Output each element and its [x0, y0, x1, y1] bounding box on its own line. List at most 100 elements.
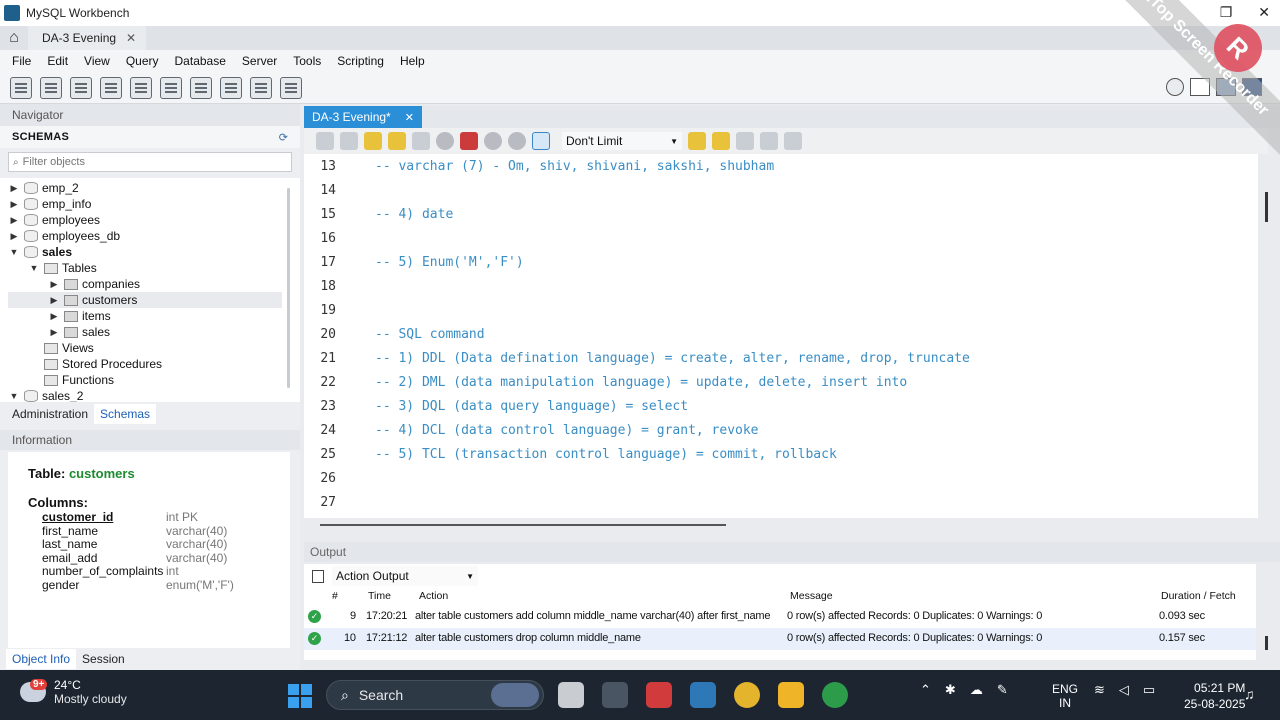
inspector-icon[interactable]: [70, 76, 92, 99]
collapse-arrow-icon[interactable]: ▼: [8, 247, 20, 257]
create-schema-icon[interactable]: [100, 76, 122, 99]
new-sql-tab-icon[interactable]: [10, 76, 32, 99]
editor-vertical-scrollbar[interactable]: [1265, 192, 1268, 222]
tree-scrollbar[interactable]: [287, 188, 290, 388]
tree-item-tables-folder[interactable]: ▼ Tables: [28, 260, 97, 276]
onedrive-icon[interactable]: ☁: [970, 682, 983, 698]
tree-item-employees-db[interactable]: ▶ employees_db: [8, 228, 121, 244]
create-table-icon[interactable]: [130, 76, 152, 99]
create-function-icon[interactable]: [220, 76, 242, 99]
expand-arrow-icon[interactable]: ▶: [8, 183, 20, 194]
mysql-workbench-app-icon[interactable]: [690, 682, 716, 708]
reconnect-icon[interactable]: [280, 76, 302, 99]
tree-item-customers[interactable]: ▶ customers: [8, 292, 282, 308]
tree-item-functions[interactable]: Functions: [28, 372, 114, 388]
task-view-icon[interactable]: [558, 682, 584, 708]
tree-item-views[interactable]: Views: [28, 340, 94, 356]
execute-current-icon[interactable]: [388, 132, 406, 150]
editor-tab[interactable]: DA-3 Evening* ✕: [304, 106, 422, 128]
tree-item-sales-table[interactable]: ▶ sales: [48, 324, 110, 340]
menu-scripting[interactable]: Scripting: [329, 54, 392, 68]
tree-item-emp-2[interactable]: ▶ emp_2: [8, 180, 79, 196]
refresh-icon[interactable]: ⟳: [279, 131, 288, 144]
output-mode-select[interactable]: Action Output ▼: [332, 566, 478, 586]
windows-start-icon[interactable]: [288, 684, 312, 708]
menu-help[interactable]: Help: [392, 54, 433, 68]
tree-item-companies[interactable]: ▶ companies: [48, 276, 141, 292]
chevron-up-icon[interactable]: ⌃: [920, 682, 931, 698]
tab-session[interactable]: Session: [76, 649, 131, 669]
volume-icon[interactable]: ◁: [1119, 682, 1129, 698]
beautify-icon[interactable]: [712, 132, 730, 150]
commit-icon[interactable]: [484, 132, 502, 150]
expand-arrow-icon[interactable]: ▶: [8, 231, 20, 242]
notification-bell-icon[interactable]: ♫: [1244, 686, 1255, 702]
tree-item-items[interactable]: ▶ items: [48, 308, 111, 324]
settings-icon[interactable]: [1166, 78, 1184, 96]
tree-item-emp-info[interactable]: ▶ emp_info: [8, 196, 92, 212]
connection-tab[interactable]: DA-3 Evening ✕: [28, 26, 147, 50]
create-procedure-icon[interactable]: [190, 76, 212, 99]
save-icon[interactable]: [340, 132, 358, 150]
close-icon[interactable]: ✕: [1258, 4, 1270, 21]
tree-item-sales-2[interactable]: ▼ sales_2: [8, 388, 83, 402]
menu-edit[interactable]: Edit: [39, 54, 76, 68]
collapse-arrow-icon[interactable]: ▼: [28, 263, 40, 273]
tab-schemas[interactable]: Schemas: [94, 404, 157, 424]
chrome-icon[interactable]: [734, 682, 760, 708]
microphone-icon[interactable]: ✎: [997, 682, 1008, 698]
menu-server[interactable]: Server: [234, 54, 285, 68]
tab-administration[interactable]: Administration: [6, 404, 94, 424]
add-snippet-icon[interactable]: [688, 132, 706, 150]
spinner-app-icon[interactable]: [822, 682, 848, 708]
menu-view[interactable]: View: [76, 54, 118, 68]
power-bi-icon[interactable]: [778, 682, 804, 708]
expand-arrow-icon[interactable]: ▶: [48, 327, 60, 338]
open-sql-script-icon[interactable]: [40, 76, 62, 99]
collapse-arrow-icon[interactable]: ▼: [8, 391, 20, 401]
open-file-icon[interactable]: [316, 132, 334, 150]
explain-icon[interactable]: [412, 132, 430, 150]
home-icon[interactable]: ⌂: [0, 26, 28, 50]
copy-icon[interactable]: [312, 569, 324, 583]
sql-editor[interactable]: 13 -- varchar (7) - Om, shiv, shivani, sa…: [304, 154, 1258, 518]
filter-objects-input[interactable]: [22, 156, 263, 168]
rollback-icon[interactable]: [508, 132, 526, 150]
expand-arrow-icon[interactable]: ▶: [48, 279, 60, 290]
invisible-chars-icon[interactable]: [760, 132, 778, 150]
output-row[interactable]: ✓ 9 17:20:21 alter table customers add c…: [304, 606, 1256, 628]
menu-tools[interactable]: Tools: [285, 54, 329, 68]
tree-item-employees[interactable]: ▶ employees: [8, 212, 101, 228]
output-scrollbar[interactable]: [1265, 636, 1268, 650]
close-editor-tab-icon[interactable]: ✕: [405, 111, 414, 124]
auto-commit-icon[interactable]: [532, 132, 550, 150]
wifi-icon[interactable]: ≋: [1094, 682, 1105, 698]
find-icon[interactable]: [736, 132, 754, 150]
expand-arrow-icon[interactable]: ▶: [8, 215, 20, 226]
bluetooth-icon[interactable]: ✱: [945, 682, 956, 698]
restore-icon[interactable]: ❐: [1220, 4, 1233, 21]
search-table-data-icon[interactable]: [250, 76, 272, 99]
app-window-icon[interactable]: [602, 682, 628, 708]
editor-horizontal-scrollbar[interactable]: [320, 524, 726, 526]
limit-select[interactable]: Don't Limit ▼: [562, 132, 682, 150]
expand-arrow-icon[interactable]: ▶: [48, 295, 60, 306]
menu-database[interactable]: Database: [167, 54, 234, 68]
expand-arrow-icon[interactable]: ▶: [8, 199, 20, 210]
tab-object-info[interactable]: Object Info: [6, 649, 77, 669]
taskbar-search[interactable]: ⌕ Search: [326, 680, 544, 710]
clock[interactable]: 05:21 PM 25-08-2025: [1184, 680, 1245, 712]
tree-item-stored-procedures[interactable]: Stored Procedures: [28, 356, 162, 372]
wrap-lines-icon[interactable]: [784, 132, 802, 150]
menu-file[interactable]: File: [4, 54, 39, 68]
create-view-icon[interactable]: [160, 76, 182, 99]
language-indicator[interactable]: ENG IN: [1052, 682, 1078, 710]
execute-icon[interactable]: [364, 132, 382, 150]
expand-arrow-icon[interactable]: ▶: [48, 311, 60, 322]
menu-query[interactable]: Query: [118, 54, 167, 68]
close-tab-icon[interactable]: ✕: [126, 31, 136, 45]
toggle-error-stop-icon[interactable]: [460, 132, 478, 150]
battery-icon[interactable]: ▭: [1143, 682, 1155, 698]
output-row[interactable]: ✓ 10 17:21:12 alter table customers drop…: [304, 628, 1256, 650]
recorder-app-icon[interactable]: [646, 682, 672, 708]
